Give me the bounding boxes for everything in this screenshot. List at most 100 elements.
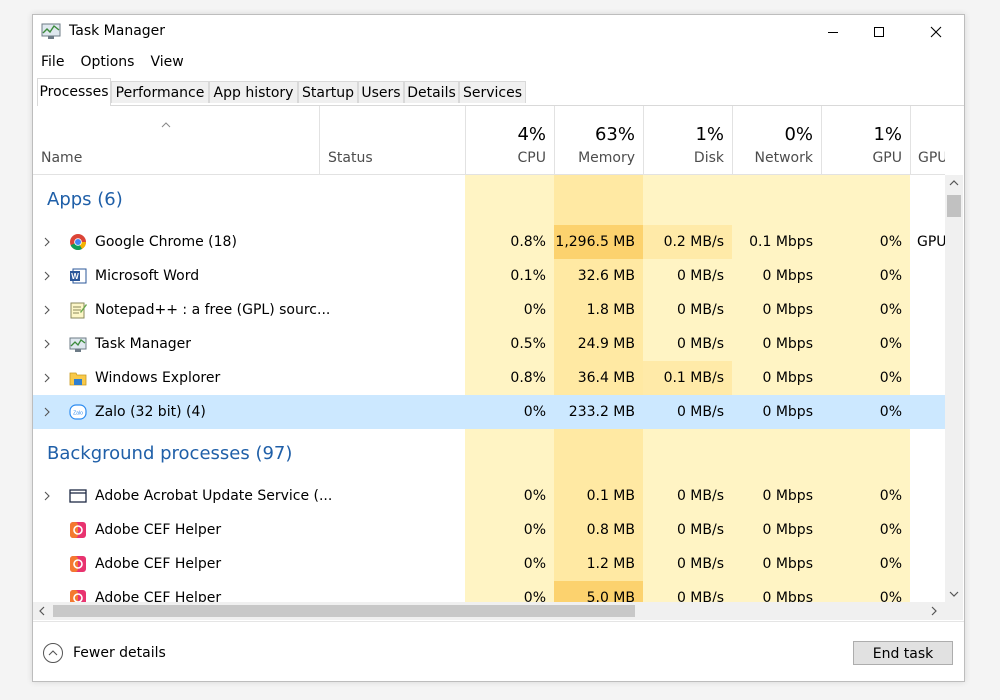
- gpu-value: 0%: [879, 234, 902, 250]
- tab-startup[interactable]: Startup: [298, 81, 358, 103]
- fewer-details-label: Fewer details: [73, 645, 166, 661]
- tab-details[interactable]: Details: [404, 81, 459, 103]
- network-value: 0 Mbps: [762, 590, 813, 602]
- tab-services[interactable]: Services: [459, 81, 526, 103]
- group-title-apps: Apps (6): [47, 189, 123, 210]
- tab-strip: Processes Performance App history Startu…: [37, 78, 964, 106]
- horizontal-scrollbar[interactable]: [33, 602, 963, 620]
- minimize-button[interactable]: [810, 15, 856, 49]
- task-manager-app-icon: [41, 23, 61, 39]
- gpu-value: 0%: [879, 522, 902, 538]
- menu-bar: File Options View: [33, 51, 192, 73]
- process-name: Notepad++ : a free (GPL) sourc...: [95, 302, 331, 318]
- chevron-right-icon[interactable]: [43, 407, 51, 417]
- header-name[interactable]: Name: [33, 106, 319, 174]
- cpu-value: 0%: [523, 488, 546, 504]
- vertical-scrollbar[interactable]: [945, 175, 963, 602]
- network-value: 0 Mbps: [762, 522, 813, 538]
- table-row[interactable]: Google Chrome (18) 0.8% 1,296.5 MB 0.2 M…: [33, 225, 945, 259]
- network-value: 0 Mbps: [762, 556, 813, 572]
- process-name: Adobe CEF Helper: [95, 590, 222, 602]
- table-row[interactable]: Notepad++ : a free (GPL) sourc... 0% 1.8…: [33, 293, 945, 327]
- cpu-value: 0.8%: [510, 370, 546, 386]
- process-name: Adobe Acrobat Update Service (...: [95, 488, 333, 504]
- tab-processes[interactable]: Processes: [37, 78, 111, 106]
- header-cpu[interactable]: 4% CPU: [465, 106, 554, 174]
- memory-value: 36.4 MB: [577, 370, 635, 386]
- memory-value: 0.1 MB: [586, 488, 635, 504]
- header-gpu-engine[interactable]: GPU en: [910, 106, 945, 174]
- process-name: Adobe CEF Helper: [95, 556, 222, 572]
- fewer-details-toggle[interactable]: Fewer details: [43, 643, 166, 663]
- header-gpu-engine-label: GPU en: [918, 150, 945, 166]
- menu-view[interactable]: View: [142, 51, 191, 73]
- table-row[interactable]: Adobe CEF Helper 0% 0.8 MB 0 MB/s 0 Mbps…: [33, 513, 945, 547]
- chevron-right-icon[interactable]: [43, 339, 51, 349]
- chevron-right-icon[interactable]: [43, 237, 51, 247]
- gpu-engine-value: GPU: [917, 234, 945, 250]
- cpu-value: 0%: [523, 522, 546, 538]
- process-name: Task Manager: [95, 336, 192, 352]
- end-task-button[interactable]: End task: [853, 641, 953, 665]
- gpu-value: 0%: [879, 268, 902, 284]
- scroll-right-icon[interactable]: [930, 606, 938, 616]
- table-row[interactable]: Adobe CEF Helper 0% 5.0 MB 0 MB/s 0 Mbps…: [33, 581, 945, 602]
- header-cpu-percent: 4%: [517, 124, 546, 145]
- cpu-value: 0%: [523, 590, 546, 602]
- tab-app-history[interactable]: App history: [209, 81, 298, 103]
- table-row[interactable]: W Microsoft Word 0.1% 32.6 MB 0 MB/s 0 M…: [33, 259, 945, 293]
- header-status[interactable]: Status: [319, 106, 465, 174]
- header-cpu-label: CPU: [517, 150, 546, 166]
- chevron-right-icon[interactable]: [43, 305, 51, 315]
- gpu-value: 0%: [879, 302, 902, 318]
- menu-options[interactable]: Options: [72, 51, 142, 73]
- gpu-value: 0%: [879, 488, 902, 504]
- service-window-icon: [69, 489, 87, 503]
- table-row-selected[interactable]: Zalo Zalo (32 bit) (4) 0% 233.2 MB 0 MB/…: [33, 395, 945, 429]
- table-row[interactable]: Windows Explorer 0.8% 36.4 MB 0.1 MB/s 0…: [33, 361, 945, 395]
- header-status-label: Status: [328, 150, 373, 166]
- table-row[interactable]: Adobe Acrobat Update Service (... 0% 0.1…: [33, 479, 945, 513]
- header-disk-label: Disk: [693, 150, 724, 166]
- scroll-up-icon[interactable]: [949, 179, 959, 187]
- memory-value: 24.9 MB: [577, 336, 635, 352]
- process-name: Zalo (32 bit) (4): [95, 404, 206, 420]
- header-memory-label: Memory: [578, 150, 635, 166]
- tab-performance[interactable]: Performance: [111, 81, 209, 103]
- title-bar: Task Manager: [33, 15, 964, 49]
- table-row[interactable]: Adobe CEF Helper 0% 1.2 MB 0 MB/s 0 Mbps…: [33, 547, 945, 581]
- header-gpu[interactable]: 1% GPU: [821, 106, 910, 174]
- network-value: 0.1 Mbps: [749, 234, 813, 250]
- word-icon: W: [70, 268, 87, 284]
- scroll-down-icon[interactable]: [949, 590, 959, 598]
- header-disk[interactable]: 1% Disk: [643, 106, 732, 174]
- chevron-right-icon[interactable]: [43, 491, 51, 501]
- network-value: 0 Mbps: [762, 268, 813, 284]
- task-manager-window: Task Manager File Options View Processes…: [32, 14, 965, 682]
- chevron-right-icon[interactable]: [43, 373, 51, 383]
- header-gpu-label: GPU: [872, 150, 902, 166]
- tab-users[interactable]: Users: [358, 81, 404, 103]
- horizontal-scroll-thumb[interactable]: [53, 605, 635, 617]
- notepad-icon: [70, 302, 87, 319]
- menu-file[interactable]: File: [33, 51, 72, 73]
- gpu-value: 0%: [821, 395, 910, 429]
- memory-value: 1.2 MB: [586, 556, 635, 572]
- disk-value: 0 MB/s: [676, 488, 724, 504]
- cpu-value: 0.8%: [510, 234, 546, 250]
- header-memory[interactable]: 63% Memory: [554, 106, 643, 174]
- gpu-value: 0%: [879, 556, 902, 572]
- maximize-button[interactable]: [856, 15, 902, 49]
- disk-value: 0.2 MB/s: [643, 225, 732, 259]
- chevron-right-icon[interactable]: [43, 271, 51, 281]
- scroll-left-icon[interactable]: [38, 606, 46, 616]
- table-row[interactable]: Task Manager 0.5% 24.9 MB 0 MB/s 0 Mbps …: [33, 327, 945, 361]
- header-network-percent: 0%: [784, 124, 813, 145]
- close-button[interactable]: [913, 15, 959, 49]
- disk-value: 0 MB/s: [676, 522, 724, 538]
- vertical-scroll-thumb[interactable]: [947, 195, 961, 217]
- network-value: 0 Mbps: [762, 488, 813, 504]
- cpu-value: 0.1%: [510, 268, 546, 284]
- network-value: 0 Mbps: [762, 302, 813, 318]
- header-network[interactable]: 0% Network: [732, 106, 821, 174]
